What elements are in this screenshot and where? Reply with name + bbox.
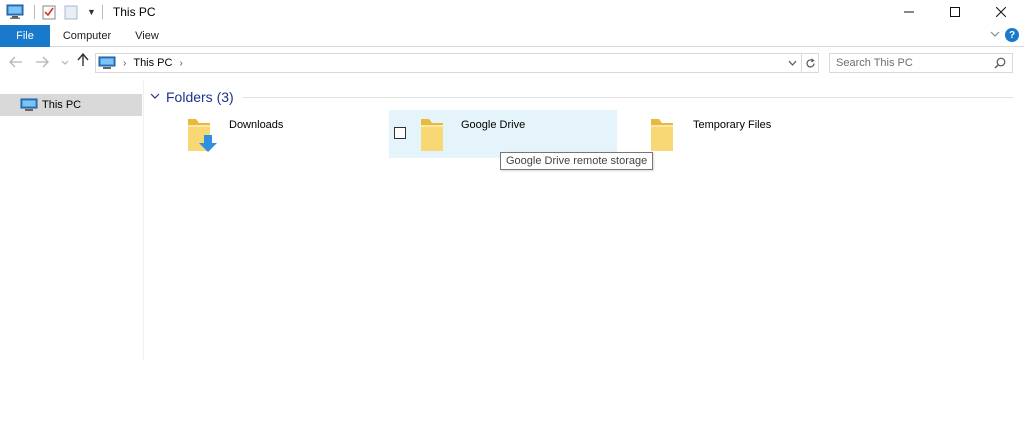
recent-locations-icon[interactable] [61,59,69,68]
group-divider [241,96,1014,98]
this-pc-icon[interactable] [6,4,24,20]
folders-group-header[interactable]: Folders (3) [150,89,1024,105]
tab-view[interactable]: View [124,25,170,47]
title-bar: ▼ This PC [0,0,1024,24]
folder-icon [419,115,449,155]
search-box[interactable] [829,53,1013,73]
up-arrow-icon[interactable] [77,52,89,71]
selection-checkbox[interactable] [394,127,406,139]
window-title: This PC [112,5,156,19]
folder-tile-downloads[interactable]: Downloads [150,110,378,158]
nav-item-label: This PC [42,99,82,111]
collapse-group-icon[interactable] [150,92,160,103]
downloads-folder-icon [186,115,217,155]
folder-tile-temporary-files[interactable]: Temporary Files [613,110,841,158]
folder-tile-google-drive[interactable]: Google Drive [389,110,617,158]
folder-icon [649,115,679,155]
address-bar[interactable]: › This PC › [95,53,802,73]
properties-icon[interactable] [41,4,57,20]
minimize-icon[interactable] [886,0,932,24]
nav-item-this-pc[interactable]: This PC [0,94,142,116]
refresh-icon [805,57,815,67]
folder-name: Google Drive [461,119,526,131]
customize-dropdown-icon[interactable]: ▼ [87,7,96,17]
toolbar-divider [34,5,35,19]
close-icon[interactable] [978,0,1024,24]
window-controls [886,0,1024,24]
quick-access-toolbar: ▼ This PC [0,0,156,24]
new-folder-icon[interactable] [63,4,79,20]
back-arrow-icon[interactable] [9,55,23,71]
breadcrumb-this-pc[interactable]: This PC [133,57,172,69]
tab-file[interactable]: File [0,25,50,47]
this-pc-icon [20,98,38,112]
expand-ribbon-icon[interactable] [990,30,1000,41]
folder-name: Temporary Files [693,119,772,131]
breadcrumb-chevron-icon[interactable]: › [179,58,182,69]
navigation-bar: › This PC › [0,48,1024,78]
ribbon-tabs: File Computer View ? [0,24,1024,47]
navigation-pane: This PC [0,80,144,360]
refresh-button[interactable] [802,53,819,73]
search-input[interactable] [830,57,990,69]
breadcrumb-chevron-icon[interactable]: › [123,58,126,69]
folder-tooltip: Google Drive remote storage [500,152,654,170]
search-icon[interactable] [994,57,1006,69]
group-title: Folders (3) [166,89,234,105]
this-pc-icon [98,56,116,70]
maximize-icon[interactable] [932,0,978,24]
help-icon[interactable]: ? [1005,28,1019,42]
folder-name: Downloads [229,119,284,131]
address-dropdown-icon[interactable] [788,58,797,68]
toolbar-divider [101,5,103,19]
forward-arrow-icon[interactable] [35,55,49,71]
tab-computer[interactable]: Computer [52,25,122,47]
